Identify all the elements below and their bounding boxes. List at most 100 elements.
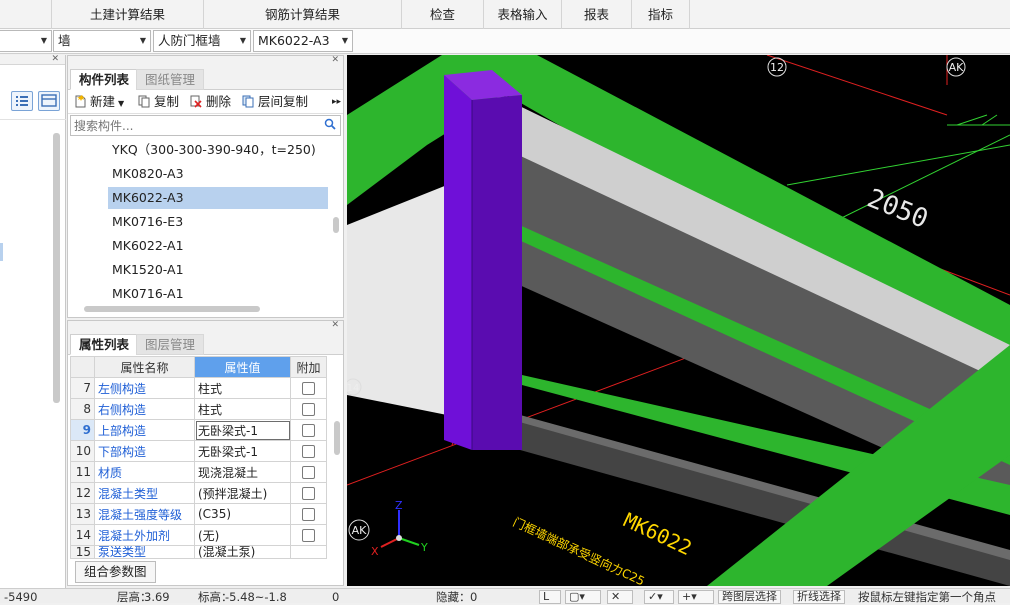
panel-header: ✕ <box>0 54 65 65</box>
polyline-select-button[interactable]: 折线选择 <box>793 590 845 604</box>
floor-copy-button[interactable]: 层间复制 <box>242 93 308 111</box>
property-value[interactable]: (预拌混凝土) <box>194 482 291 504</box>
combine-params-button[interactable]: 组合参数图 <box>75 561 156 583</box>
property-value[interactable]: (无) <box>194 524 291 546</box>
property-value[interactable]: 无卧梁式-1 <box>194 440 291 462</box>
checkbox[interactable] <box>302 508 315 521</box>
list-item[interactable]: MK6022-A1 <box>108 235 328 257</box>
search-icon[interactable] <box>324 118 336 133</box>
table-row[interactable]: 7 左侧构造 柱式 <box>70 377 327 399</box>
tab-drawing-manager[interactable]: 图纸管理 <box>136 69 205 90</box>
menu-tab-rebar-results[interactable]: 钢筋计算结果 <box>204 0 402 29</box>
table-row-current[interactable]: 9 上部构造 无卧梁式-1 <box>70 419 327 441</box>
scrollbar[interactable] <box>53 133 60 403</box>
plus-icon[interactable]: +▾ <box>678 590 714 604</box>
menu-tab-index[interactable]: 指标 <box>632 0 690 29</box>
scrollbar[interactable] <box>334 421 340 455</box>
category-combo[interactable]: 墙 ▼ <box>53 30 151 52</box>
checkbox[interactable] <box>302 424 315 437</box>
list-view-icon[interactable] <box>11 91 33 111</box>
tab-property-list[interactable]: 属性列表 <box>70 334 139 355</box>
property-name: 混凝土外加剂 <box>94 524 195 546</box>
more-icon[interactable]: ▸▸ <box>332 93 341 111</box>
component-combo[interactable]: MK6022-A3 ▼ <box>253 30 353 52</box>
extra-cell <box>290 545 327 559</box>
row-number: 7 <box>70 377 95 399</box>
component-toolbar: 新建 ▼ 复制 删除 层间复制 ▸▸ <box>68 90 343 114</box>
property-value-editor[interactable]: 无卧梁式-1 <box>194 419 291 441</box>
search-input[interactable] <box>71 116 311 135</box>
list-item[interactable]: MK1520-A1 <box>108 259 328 281</box>
table-row[interactable]: 11 材质 现浇混凝土 <box>70 461 327 483</box>
table-row[interactable]: 12 混凝土类型 (预拌混凝土) <box>70 482 327 504</box>
checkbox[interactable] <box>302 382 315 395</box>
chevron-down-icon: ▼ <box>40 36 47 45</box>
close-icon[interactable]: ✕ <box>331 320 339 330</box>
copy-button[interactable]: 复制 <box>138 93 179 111</box>
axis-bubble-12: 12 <box>767 57 787 77</box>
menu-tab-check[interactable]: 检查 <box>402 0 484 29</box>
table-row[interactable]: 10 下部构造 无卧梁式-1 <box>70 440 327 462</box>
list-item[interactable]: MK0716-E3 <box>108 211 328 233</box>
new-button[interactable]: 新建 ▼ <box>74 93 124 111</box>
checkbox[interactable] <box>302 487 315 500</box>
cross-icon[interactable]: ✕ <box>607 590 633 604</box>
purple-column[interactable] <box>444 75 472 450</box>
table-row[interactable]: 8 右侧构造 柱式 <box>70 398 327 420</box>
selector-row: ▼ 墙 ▼ 人防门框墙 ▼ MK6022-A3 ▼ <box>0 29 1010 54</box>
grid-view-icon[interactable] <box>38 91 60 111</box>
tab-layer-manager[interactable]: 图层管理 <box>136 334 205 355</box>
checkbox[interactable] <box>302 445 315 458</box>
component-tabs: 构件列表 图纸管理 <box>68 66 343 90</box>
type-combo[interactable]: 人防门框墙 ▼ <box>153 30 251 52</box>
checkbox[interactable] <box>302 529 315 542</box>
list-item[interactable]: MK0820-A3 <box>108 163 328 185</box>
divider <box>0 119 66 120</box>
model-canvas[interactable]: 2050 12 AK AK 14 MK6022 门框墙端部承受竖向力C25 Z … <box>347 55 1010 586</box>
property-name: 下部构造 <box>94 440 195 462</box>
row-number: 11 <box>70 461 95 483</box>
row-number: 8 <box>70 398 95 420</box>
close-icon[interactable]: ✕ <box>331 55 339 65</box>
menu-tab-table-input[interactable]: 表格输入 <box>484 0 562 29</box>
checkbox[interactable] <box>302 466 315 479</box>
list-item[interactable]: MK0716-A1 <box>108 283 328 305</box>
component-list: YKQ（300-300-390-940，t=250) MK0820-A3 MK6… <box>68 137 343 301</box>
svg-text:X: X <box>371 545 379 558</box>
list-item[interactable]: YKQ（300-300-390-940，t=250) <box>108 139 328 161</box>
check-icon[interactable]: ✓▾ <box>644 590 674 604</box>
property-name: 左侧构造 <box>94 377 195 399</box>
floor-combo[interactable]: ▼ <box>0 30 52 52</box>
cross-layer-select-button[interactable]: 跨图层选择 <box>718 590 781 604</box>
menu-tab-civil-results[interactable]: 土建计算结果 <box>52 0 204 29</box>
svg-text:12: 12 <box>770 61 784 74</box>
row-number: 12 <box>70 482 95 504</box>
table-row[interactable]: 14 混凝土外加剂 (无) <box>70 524 327 546</box>
scrollbar[interactable] <box>333 217 339 233</box>
table-row-partial[interactable]: 15 泵送类型 (混凝土泵) <box>70 545 327 559</box>
list-item-selected[interactable]: MK6022-A3 <box>108 187 328 209</box>
menu-tab-report[interactable]: 报表 <box>562 0 632 29</box>
close-icon[interactable]: ✕ <box>51 54 59 64</box>
property-value[interactable]: (C35) <box>194 503 291 525</box>
snap-icon[interactable]: ▢▾ <box>565 590 601 604</box>
component-list-panel: ✕ 构件列表 图纸管理 新建▼ 复制 删除 层间复制 ▸▸ YKQ（300-30… <box>67 55 344 318</box>
property-value[interactable]: 柱式 <box>194 398 291 420</box>
property-value[interactable]: 柱式 <box>194 377 291 399</box>
tab-component-list[interactable]: 构件列表 <box>70 69 139 90</box>
table-row[interactable]: 13 混凝土强度等级 (C35) <box>70 503 327 525</box>
checkbox[interactable] <box>302 403 315 416</box>
property-name: 右侧构造 <box>94 398 195 420</box>
ortho-icon[interactable]: L <box>539 590 561 604</box>
status-bar: -5490 层高： 3.69 标高： -5.48~-1.8 0 隐藏： 0 L … <box>0 588 1010 604</box>
menu-bar: 土建计算结果 钢筋计算结果 检查 表格输入 报表 指标 <box>0 0 1010 29</box>
delete-button[interactable]: 删除 <box>190 93 231 111</box>
delete-icon <box>190 95 202 108</box>
property-value[interactable]: 现浇混凝土 <box>194 461 291 483</box>
row-number: 10 <box>70 440 95 462</box>
property-value[interactable]: (混凝土泵) <box>194 545 291 559</box>
header-num <box>70 356 95 378</box>
horizontal-scrollbar[interactable] <box>84 306 260 312</box>
element-label: MK6022 <box>620 508 696 560</box>
3d-viewport[interactable]: 2050 12 AK AK 14 MK6022 门框墙端部承受竖向力C25 Z … <box>347 55 1010 586</box>
